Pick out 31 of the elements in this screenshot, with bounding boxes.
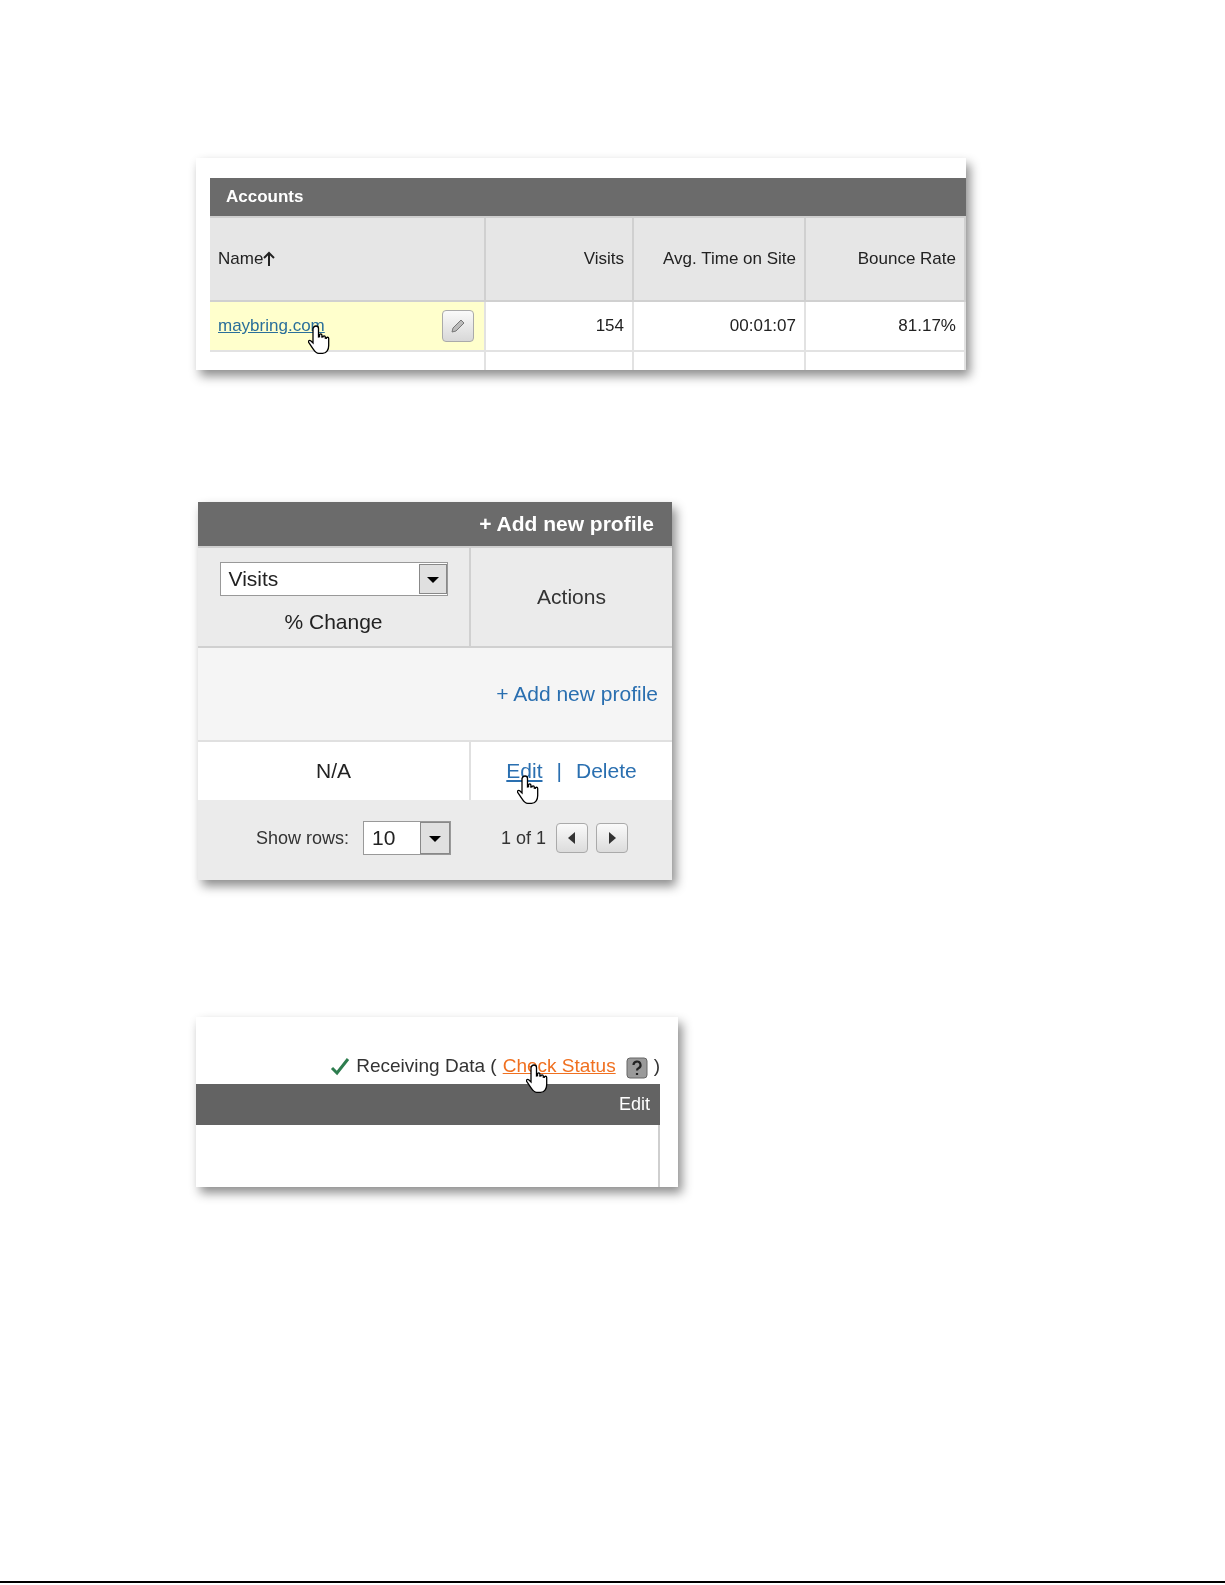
sort-arrow-icon bbox=[263, 251, 276, 267]
table-cell: 00:01:07 bbox=[634, 302, 806, 352]
edit-button[interactable] bbox=[442, 310, 474, 342]
page-info: 1 of 1 bbox=[501, 826, 547, 850]
column-header: % Change bbox=[284, 609, 383, 635]
action-link[interactable]: Delete bbox=[575, 755, 637, 787]
metric-select[interactable]: Visits bbox=[219, 562, 448, 596]
show-rows-label: Show rows: bbox=[256, 826, 350, 850]
previous-page-button[interactable] bbox=[556, 823, 589, 853]
column-header[interactable]: Name bbox=[210, 218, 486, 302]
rows-select[interactable]: 10 bbox=[363, 821, 452, 855]
left-arrow-icon bbox=[568, 832, 577, 844]
column-header[interactable]: Visits bbox=[486, 218, 634, 302]
table-cell: 81.17% bbox=[806, 302, 966, 352]
table-title: Accounts bbox=[226, 186, 304, 209]
table-cell: 154 bbox=[486, 302, 634, 352]
right-arrow-icon bbox=[608, 832, 617, 844]
status-text: Receiving Data ( bbox=[356, 1053, 497, 1078]
column-header[interactable]: Avg. Time on Site bbox=[634, 218, 806, 302]
check-mark-icon bbox=[330, 1057, 351, 1077]
separator: | bbox=[556, 758, 562, 785]
next-page-button[interactable] bbox=[596, 823, 629, 853]
table-cell-text: N/A bbox=[316, 758, 351, 785]
column-header: Actions bbox=[537, 584, 606, 611]
column-header[interactable]: Bounce Rate bbox=[806, 218, 966, 302]
edit-link[interactable]: Edit bbox=[618, 1091, 650, 1118]
add-profile-link[interactable]: + Add new profile bbox=[496, 678, 658, 710]
add-profile-link[interactable]: + Add new profile bbox=[479, 508, 654, 540]
help-icon bbox=[625, 1057, 648, 1079]
pencil-icon bbox=[449, 317, 467, 335]
status-text: ) bbox=[653, 1053, 660, 1078]
